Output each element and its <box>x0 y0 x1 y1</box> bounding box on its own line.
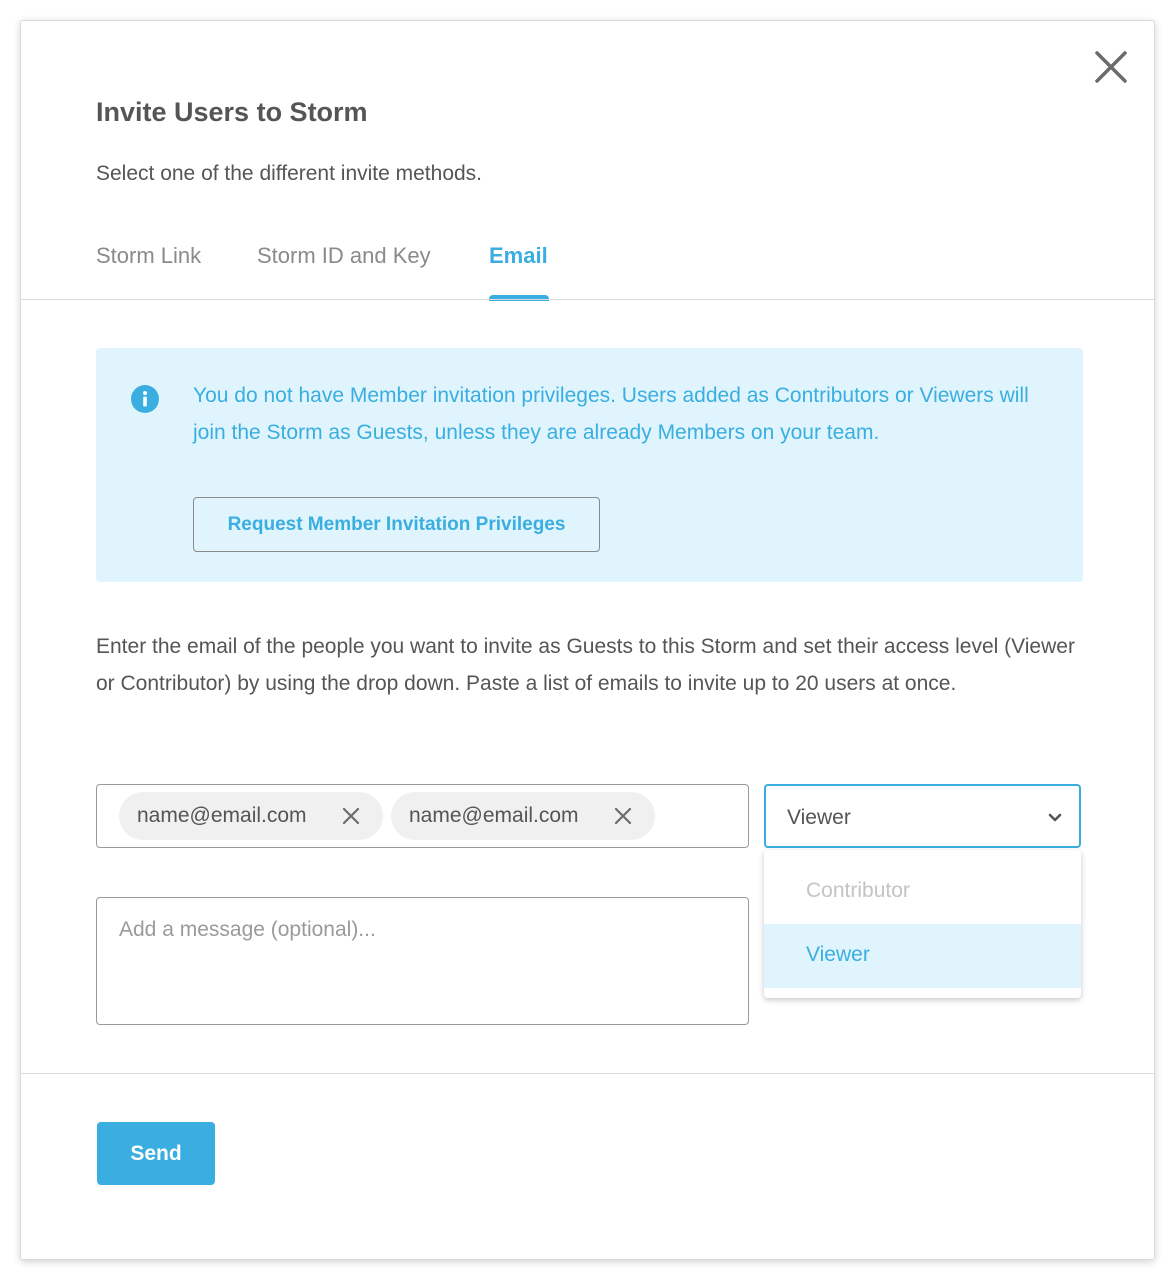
access-level-value: Viewer <box>787 806 851 829</box>
email-input[interactable]: name@email.com name@email.com <box>96 784 749 848</box>
option-contributor-label: Contributor <box>806 879 910 902</box>
tab-storm-id-and-key[interactable]: Storm ID and Key <box>257 243 431 269</box>
modal-subtitle: Select one of the different invite metho… <box>96 162 483 185</box>
email-chip-label: name@email.com <box>409 804 579 827</box>
info-banner: You do not have Member invitation privil… <box>96 348 1083 582</box>
active-tab-indicator <box>489 295 549 301</box>
email-chip: name@email.com <box>119 792 383 840</box>
option-contributor[interactable]: Contributor <box>764 860 1081 924</box>
email-chip-label: name@email.com <box>137 804 307 827</box>
info-icon <box>131 385 159 413</box>
remove-chip-icon[interactable] <box>613 806 633 826</box>
modal-title: Invite Users to Storm <box>96 97 368 127</box>
send-button[interactable]: Send <box>97 1122 215 1185</box>
chevron-down-icon <box>1047 811 1063 823</box>
tabs-divider <box>21 299 1154 300</box>
info-message: You do not have Member invitation privil… <box>193 384 1029 444</box>
message-input[interactable] <box>96 897 749 1025</box>
tab-email[interactable]: Email <box>489 243 548 269</box>
footer-divider <box>21 1073 1154 1074</box>
option-viewer-label: Viewer <box>806 943 870 966</box>
email-invite-description: Enter the email of the people you want t… <box>96 635 1075 695</box>
tab-storm-link[interactable]: Storm Link <box>96 243 201 269</box>
remove-chip-icon[interactable] <box>341 806 361 826</box>
access-level-select[interactable]: Viewer <box>764 784 1081 848</box>
access-level-dropdown: Contributor Viewer <box>764 850 1081 998</box>
request-member-privileges-button[interactable]: Request Member Invitation Privileges <box>193 497 600 552</box>
email-chip: name@email.com <box>391 792 655 840</box>
invite-users-modal: Invite Users to Storm Select one of the … <box>20 20 1155 1260</box>
option-viewer[interactable]: Viewer <box>764 924 1081 988</box>
close-icon[interactable] <box>1093 49 1129 85</box>
